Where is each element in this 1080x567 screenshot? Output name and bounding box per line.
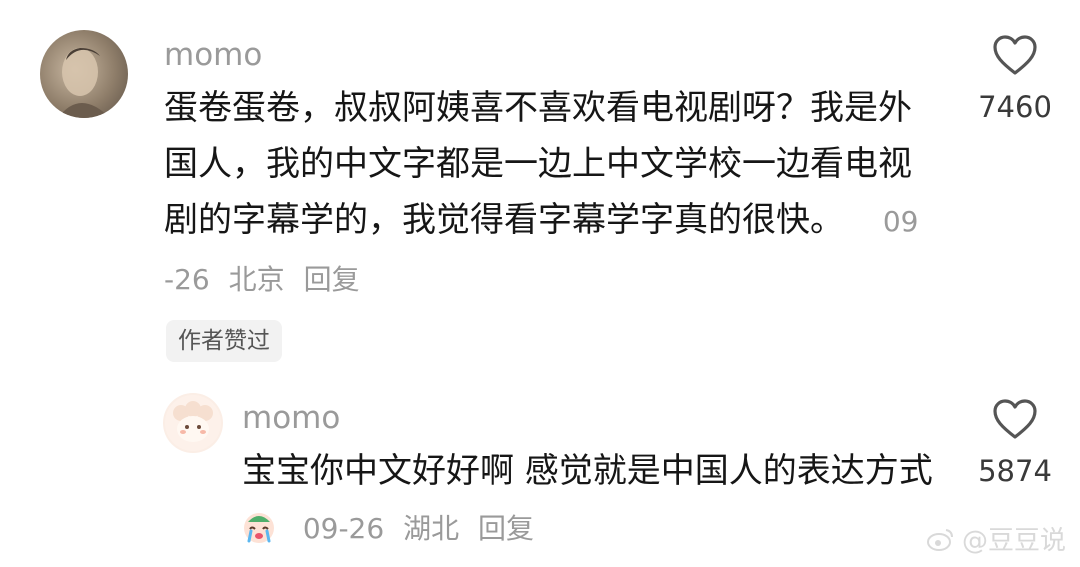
username[interactable]: momo bbox=[242, 403, 340, 434]
heart-icon bbox=[993, 399, 1037, 439]
weibo-logo-icon bbox=[926, 528, 953, 551]
like-button[interactable]: 5874 bbox=[970, 398, 1060, 488]
comment-text: 宝宝你中文好好啊 感觉就是中国人的表达方式 09-26 湖北 回复 bbox=[242, 443, 942, 557]
reply-button[interactable]: 回复 bbox=[478, 512, 534, 545]
comment-meta: 09-26 湖北 回复 bbox=[287, 512, 534, 545]
watermark-text: @豆豆说 bbox=[961, 526, 1066, 556]
comment-location: 湖北 bbox=[403, 512, 460, 545]
comment-date: 09-26 bbox=[302, 512, 385, 545]
cartoon-avatar-icon bbox=[165, 395, 221, 451]
like-count: 5874 bbox=[978, 454, 1052, 488]
avatar[interactable] bbox=[163, 393, 223, 453]
reply-comment: momo 宝宝你中文好好啊 感觉就是中国人的表达方式 09-26 湖北 回复 5… bbox=[0, 0, 1080, 567]
comment-body: 宝宝你中文好好啊 感觉就是中国人的表达方式 bbox=[242, 451, 933, 491]
crying-face-icon bbox=[242, 505, 276, 543]
watermark: @豆豆说 bbox=[926, 520, 1066, 557]
